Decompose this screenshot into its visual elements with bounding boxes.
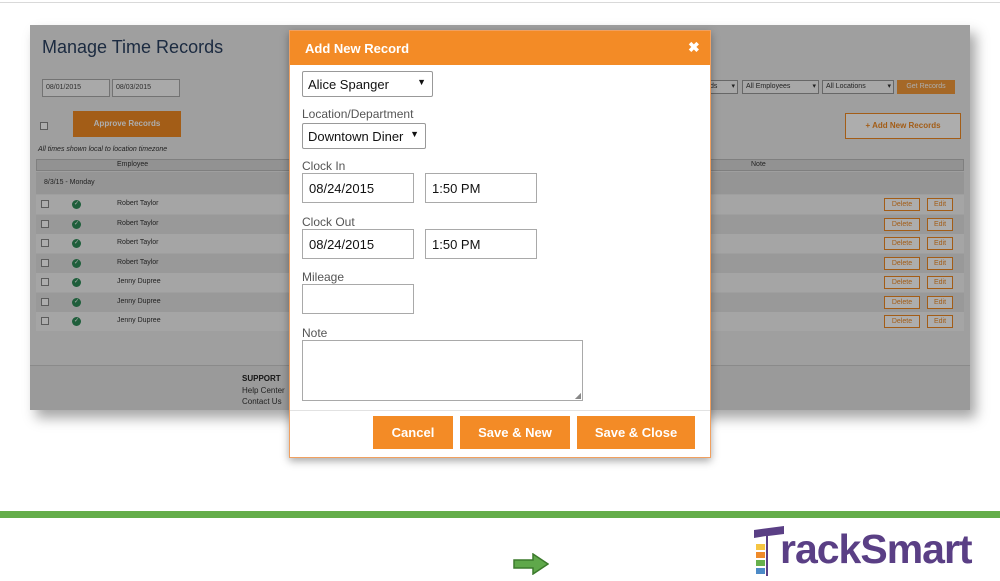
cancel-button[interactable]: Cancel xyxy=(373,416,453,449)
add-record-dialog: Add New Record ✖ Alice Spanger ▼ Locatio… xyxy=(289,30,711,458)
location-label: Location/Department xyxy=(302,107,414,121)
dialog-header: Add New Record ✖ xyxy=(290,31,710,65)
note-label: Note xyxy=(302,326,328,340)
dialog-title: Add New Record xyxy=(305,41,410,56)
clock-out-time-field[interactable]: 1:50 PM xyxy=(425,229,537,259)
mileage-field[interactable] xyxy=(302,284,414,314)
logo-wordmark: rackSmart xyxy=(780,526,973,572)
dialog-divider xyxy=(290,410,710,411)
save-and-close-button[interactable]: Save & Close xyxy=(577,416,695,449)
video-frame: Manage Time Records 08/01/2015 08/03/201… xyxy=(0,0,1000,581)
resize-grip-icon[interactable]: ◢ xyxy=(575,391,581,400)
chevron-down-icon: ▼ xyxy=(417,77,426,87)
location-select-value: Downtown Diner xyxy=(308,129,404,144)
clock-in-label: Clock In xyxy=(302,159,346,173)
top-border xyxy=(0,2,1000,3)
location-select[interactable]: Downtown Diner ▼ xyxy=(302,123,426,149)
clock-out-date-field[interactable]: 08/24/2015 xyxy=(302,229,414,259)
right-arrow-icon[interactable] xyxy=(513,553,549,575)
tracksmart-logo: rackSmart xyxy=(754,526,990,578)
chevron-down-icon: ▼ xyxy=(410,129,419,139)
clock-out-label: Clock Out xyxy=(302,215,355,229)
clock-in-date-field[interactable]: 08/24/2015 xyxy=(302,173,414,203)
employee-select-value: Alice Spanger xyxy=(308,77,389,92)
clock-in-time-field[interactable]: 1:50 PM xyxy=(425,173,537,203)
save-and-new-button[interactable]: Save & New xyxy=(460,416,570,449)
employee-select[interactable]: Alice Spanger ▼ xyxy=(302,71,433,97)
note-textarea[interactable]: ◢ xyxy=(302,340,583,401)
mileage-label: Mileage xyxy=(302,270,345,284)
close-icon[interactable]: ✖ xyxy=(688,39,700,56)
green-divider-bar xyxy=(0,511,1000,518)
